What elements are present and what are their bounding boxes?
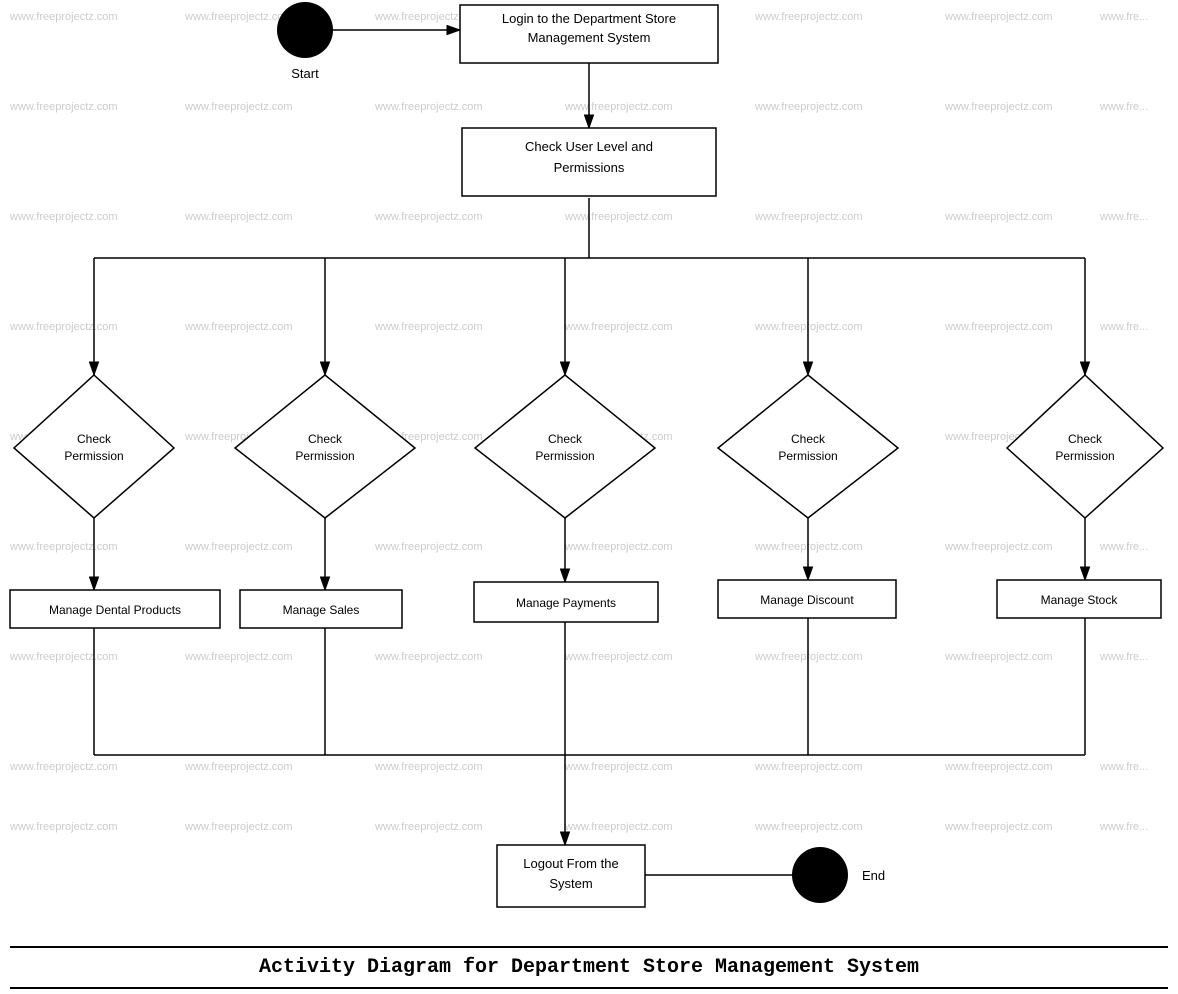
svg-text:www.freeprojectz.com: www.freeprojectz.com [9,761,118,773]
end-circle [792,847,848,903]
svg-text:www.freeprojectz.com: www.freeprojectz.com [944,11,1053,23]
diamond-5-text-2: Permission [1055,449,1114,463]
svg-text:www.fre...: www.fre... [1099,101,1148,113]
manage-discount-text: Manage Discount [760,593,854,607]
login-text-1: Login to the Department Store [502,11,676,26]
svg-text:www.freeprojectz.com: www.freeprojectz.com [944,211,1053,223]
svg-text:www.freeprojectz.com: www.freeprojectz.com [564,761,673,773]
diamond-5-text-1: Check [1068,432,1103,446]
svg-text:www.freeprojectz.com: www.freeprojectz.com [374,541,483,553]
svg-text:www.fre...: www.fre... [1099,821,1148,833]
svg-text:www.freeprojectz.com: www.freeprojectz.com [9,11,118,23]
svg-text:www.freeprojectz.com: www.freeprojectz.com [944,541,1053,553]
diamond-4 [718,375,898,518]
svg-text:www.freeprojectz.com: www.freeprojectz.com [564,101,673,113]
logout-text-2: System [549,876,592,891]
svg-text:www.freeprojectz.com: www.freeprojectz.com [944,101,1053,113]
end-label: End [862,868,885,883]
svg-text:www.freeprojectz.com: www.freeprojectz.com [564,541,673,553]
diamond-1-text-2: Permission [64,449,123,463]
svg-text:www.freeprojectz.com: www.freeprojectz.com [9,321,118,333]
diamond-2-text-2: Permission [295,449,354,463]
svg-text:www.freeprojectz.com: www.freeprojectz.com [564,821,673,833]
start-circle [277,2,333,58]
svg-text:www.freeprojectz.com: www.freeprojectz.com [9,821,118,833]
svg-text:www.freeprojectz.com: www.freeprojectz.com [9,211,118,223]
manage-sales-text: Manage Sales [283,603,360,617]
svg-text:www.freeprojectz.com: www.freeprojectz.com [944,821,1053,833]
svg-text:www.fre...: www.fre... [1099,321,1148,333]
svg-text:www.fre...: www.fre... [1099,541,1148,553]
svg-text:www.freeprojectz.com: www.freeprojectz.com [564,211,673,223]
activity-diagram-svg: www.freeprojectz.com www.freeprojectz.co… [0,0,1178,994]
svg-text:www.freeprojectz.com: www.freeprojectz.com [754,761,863,773]
diamond-4-text-2: Permission [778,449,837,463]
svg-text:www.freeprojectz.com: www.freeprojectz.com [184,761,293,773]
svg-text:www.freeprojectz.com: www.freeprojectz.com [184,101,293,113]
svg-text:www.freeprojectz.com: www.freeprojectz.com [564,321,673,333]
svg-text:www.fre...: www.fre... [1099,651,1148,663]
svg-text:www.freeprojectz.com: www.freeprojectz.com [9,541,118,553]
svg-text:www.freeprojectz.com: www.freeprojectz.com [184,11,293,23]
svg-text:www.freeprojectz.com: www.freeprojectz.com [754,11,863,23]
diamond-3-text-2: Permission [535,449,594,463]
svg-text:www.freeprojectz.com: www.freeprojectz.com [374,321,483,333]
svg-text:www.freeprojectz.com: www.freeprojectz.com [754,101,863,113]
manage-dental-text: Manage Dental Products [49,603,181,617]
svg-text:www.freeprojectz.com: www.freeprojectz.com [374,761,483,773]
svg-text:www.freeprojectz.com: www.freeprojectz.com [184,821,293,833]
svg-text:www.freeprojectz.com: www.freeprojectz.com [944,651,1053,663]
manage-payments-text: Manage Payments [516,596,616,610]
diagram-container: www.freeprojectz.com www.freeprojectz.co… [0,0,1178,994]
check-user-text-2: Permissions [554,160,625,175]
diamond-4-text-1: Check [791,432,826,446]
diamond-5 [1007,375,1163,518]
svg-text:www.freeprojectz.com: www.freeprojectz.com [374,651,483,663]
diamond-3 [475,375,655,518]
svg-text:www.freeprojectz.com: www.freeprojectz.com [184,541,293,553]
svg-text:www.freeprojectz.com: www.freeprojectz.com [374,101,483,113]
svg-text:www.freeprojectz.com: www.freeprojectz.com [944,321,1053,333]
svg-text:www.freeprojectz.com: www.freeprojectz.com [564,651,673,663]
svg-text:www.freeprojectz.com: www.freeprojectz.com [9,651,118,663]
svg-text:www.freeprojectz.com: www.freeprojectz.com [9,101,118,113]
diamond-2-text-1: Check [308,432,343,446]
svg-text:www.fre...: www.fre... [1099,11,1148,23]
start-label: Start [291,66,319,81]
svg-text:www.freeprojectz.com: www.freeprojectz.com [754,211,863,223]
diamond-1-text-1: Check [77,432,112,446]
footer-title: Activity Diagram for Department Store Ma… [10,946,1168,989]
svg-text:www.freeprojectz.com: www.freeprojectz.com [944,761,1053,773]
svg-text:www.freeprojectz.com: www.freeprojectz.com [184,321,293,333]
diamond-1 [14,375,174,518]
svg-text:www.fre...: www.fre... [1099,761,1148,773]
svg-text:www.freeprojectz.com: www.freeprojectz.com [184,211,293,223]
svg-text:www.freeprojectz.com: www.freeprojectz.com [184,651,293,663]
check-user-text-1: Check User Level and [525,139,653,154]
diamond-3-text-1: Check [548,432,583,446]
manage-stock-text: Manage Stock [1041,593,1119,607]
diamond-2 [235,375,415,518]
svg-text:www.freeprojectz.com: www.freeprojectz.com [754,821,863,833]
svg-text:www.freeprojectz.com: www.freeprojectz.com [374,821,483,833]
login-text-2: Management System [528,30,651,45]
logout-text-1: Logout From the [523,856,618,871]
svg-text:www.fre...: www.fre... [1099,211,1148,223]
svg-text:www.freeprojectz.com: www.freeprojectz.com [374,211,483,223]
